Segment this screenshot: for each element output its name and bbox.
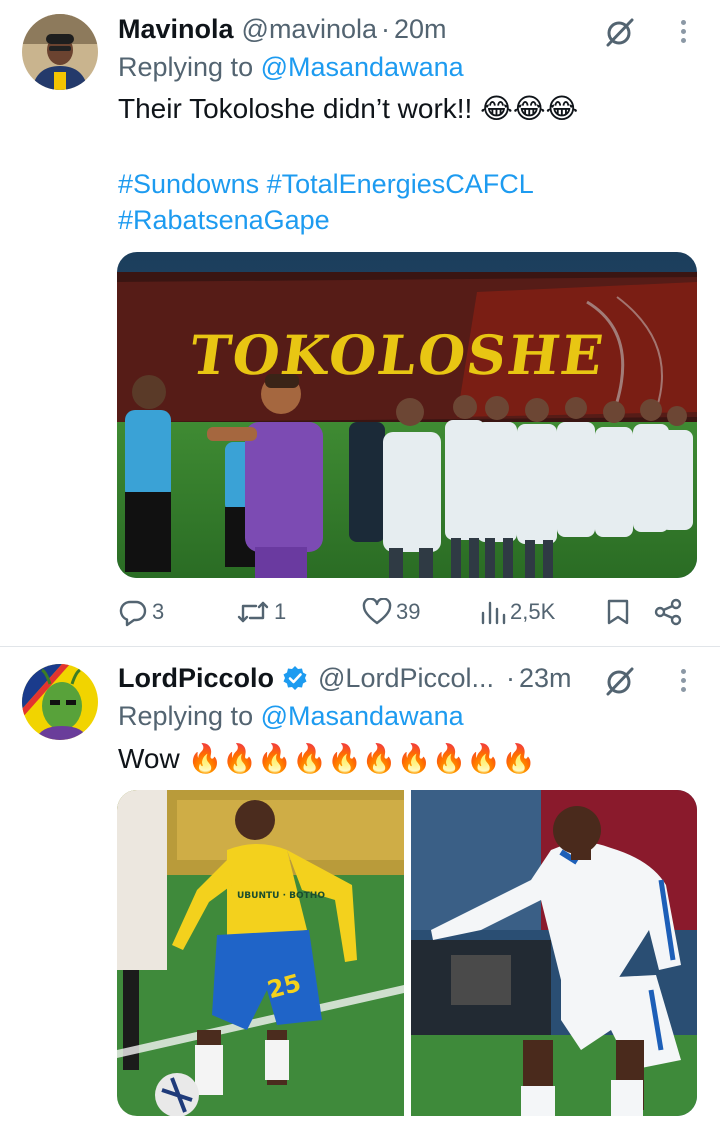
display-name[interactable]: Mavinola (118, 14, 234, 45)
tweet-header: LordPiccolo @LordPiccol... · 23m (118, 661, 572, 695)
grok-icon[interactable] (604, 16, 636, 53)
bookmark-button[interactable] (606, 592, 630, 632)
separator-dot: · (506, 662, 515, 693)
tweet-header: Mavinola @mavinola · 20m (118, 12, 447, 46)
separator-dot: · (381, 13, 390, 44)
repost-icon (236, 597, 270, 627)
more-icon[interactable] (678, 16, 688, 47)
action-bar: 3 1 39 2,5K (118, 592, 688, 632)
views-count: 2,5K (510, 599, 556, 624)
bookmark-icon (606, 598, 630, 626)
avatar[interactable] (22, 664, 98, 740)
tweet[interactable]: LordPiccolo @LordPiccol... · 23m Replyin… (0, 647, 720, 1122)
replying-to: Replying to @Masandawana (118, 52, 464, 83)
grok-icon[interactable] (604, 665, 636, 702)
like-count: 39 (396, 599, 421, 624)
timestamp[interactable]: 23m (519, 663, 572, 694)
like-icon (362, 598, 392, 626)
display-name[interactable]: LordPiccolo (118, 663, 274, 694)
reply-count: 3 (152, 599, 165, 624)
user-handle[interactable]: @LordPiccol... (318, 663, 494, 694)
views-icon (480, 599, 506, 625)
user-handle[interactable]: @mavinola (242, 14, 377, 45)
like-button[interactable]: 39 (362, 592, 420, 632)
reply-icon (118, 597, 148, 627)
avatar[interactable] (22, 14, 98, 90)
tweet[interactable]: Mavinola @mavinola · 20m Replying to @Ma… (0, 0, 720, 646)
timestamp[interactable]: 20m (394, 14, 447, 45)
repost-button[interactable]: 1 (236, 592, 286, 632)
replying-to-handle[interactable]: @Masandawana (261, 52, 464, 82)
replying-to: Replying to @Masandawana (118, 701, 464, 732)
hashtags: #Sundowns #TotalEnergiesCAFCL #Rabatsena… (118, 166, 534, 238)
sponsor-text: UBUNTU · BOTHO (237, 891, 325, 901)
share-button[interactable] (654, 592, 682, 632)
hashtag-line[interactable]: #Sundowns #TotalEnergiesCAFCL (118, 166, 534, 202)
tweet-text: Their Tokoloshe didn’t work!! 😂😂😂 (118, 93, 579, 124)
replying-to-label: Replying to (118, 52, 261, 82)
tweet-image[interactable]: TOKOLOSHE (117, 252, 697, 578)
replying-to-label: Replying to (118, 701, 261, 731)
tweet-image[interactable] (411, 790, 697, 1116)
more-icon[interactable] (678, 665, 688, 696)
views-button[interactable]: 2,5K (480, 592, 555, 632)
banner-text: TOKOLOSHE (186, 323, 609, 387)
tweet-image[interactable]: 25 UBUNTU · BOTHO (117, 790, 404, 1116)
verified-icon (282, 665, 308, 691)
share-icon (654, 598, 682, 626)
reply-button[interactable]: 3 (118, 592, 164, 632)
hashtag-line[interactable]: #RabatsenaGape (118, 202, 534, 238)
tweet-text: Wow 🔥🔥🔥🔥🔥🔥🔥🔥🔥🔥 (118, 743, 537, 774)
replying-to-handle[interactable]: @Masandawana (261, 701, 464, 731)
repost-count: 1 (274, 599, 287, 624)
